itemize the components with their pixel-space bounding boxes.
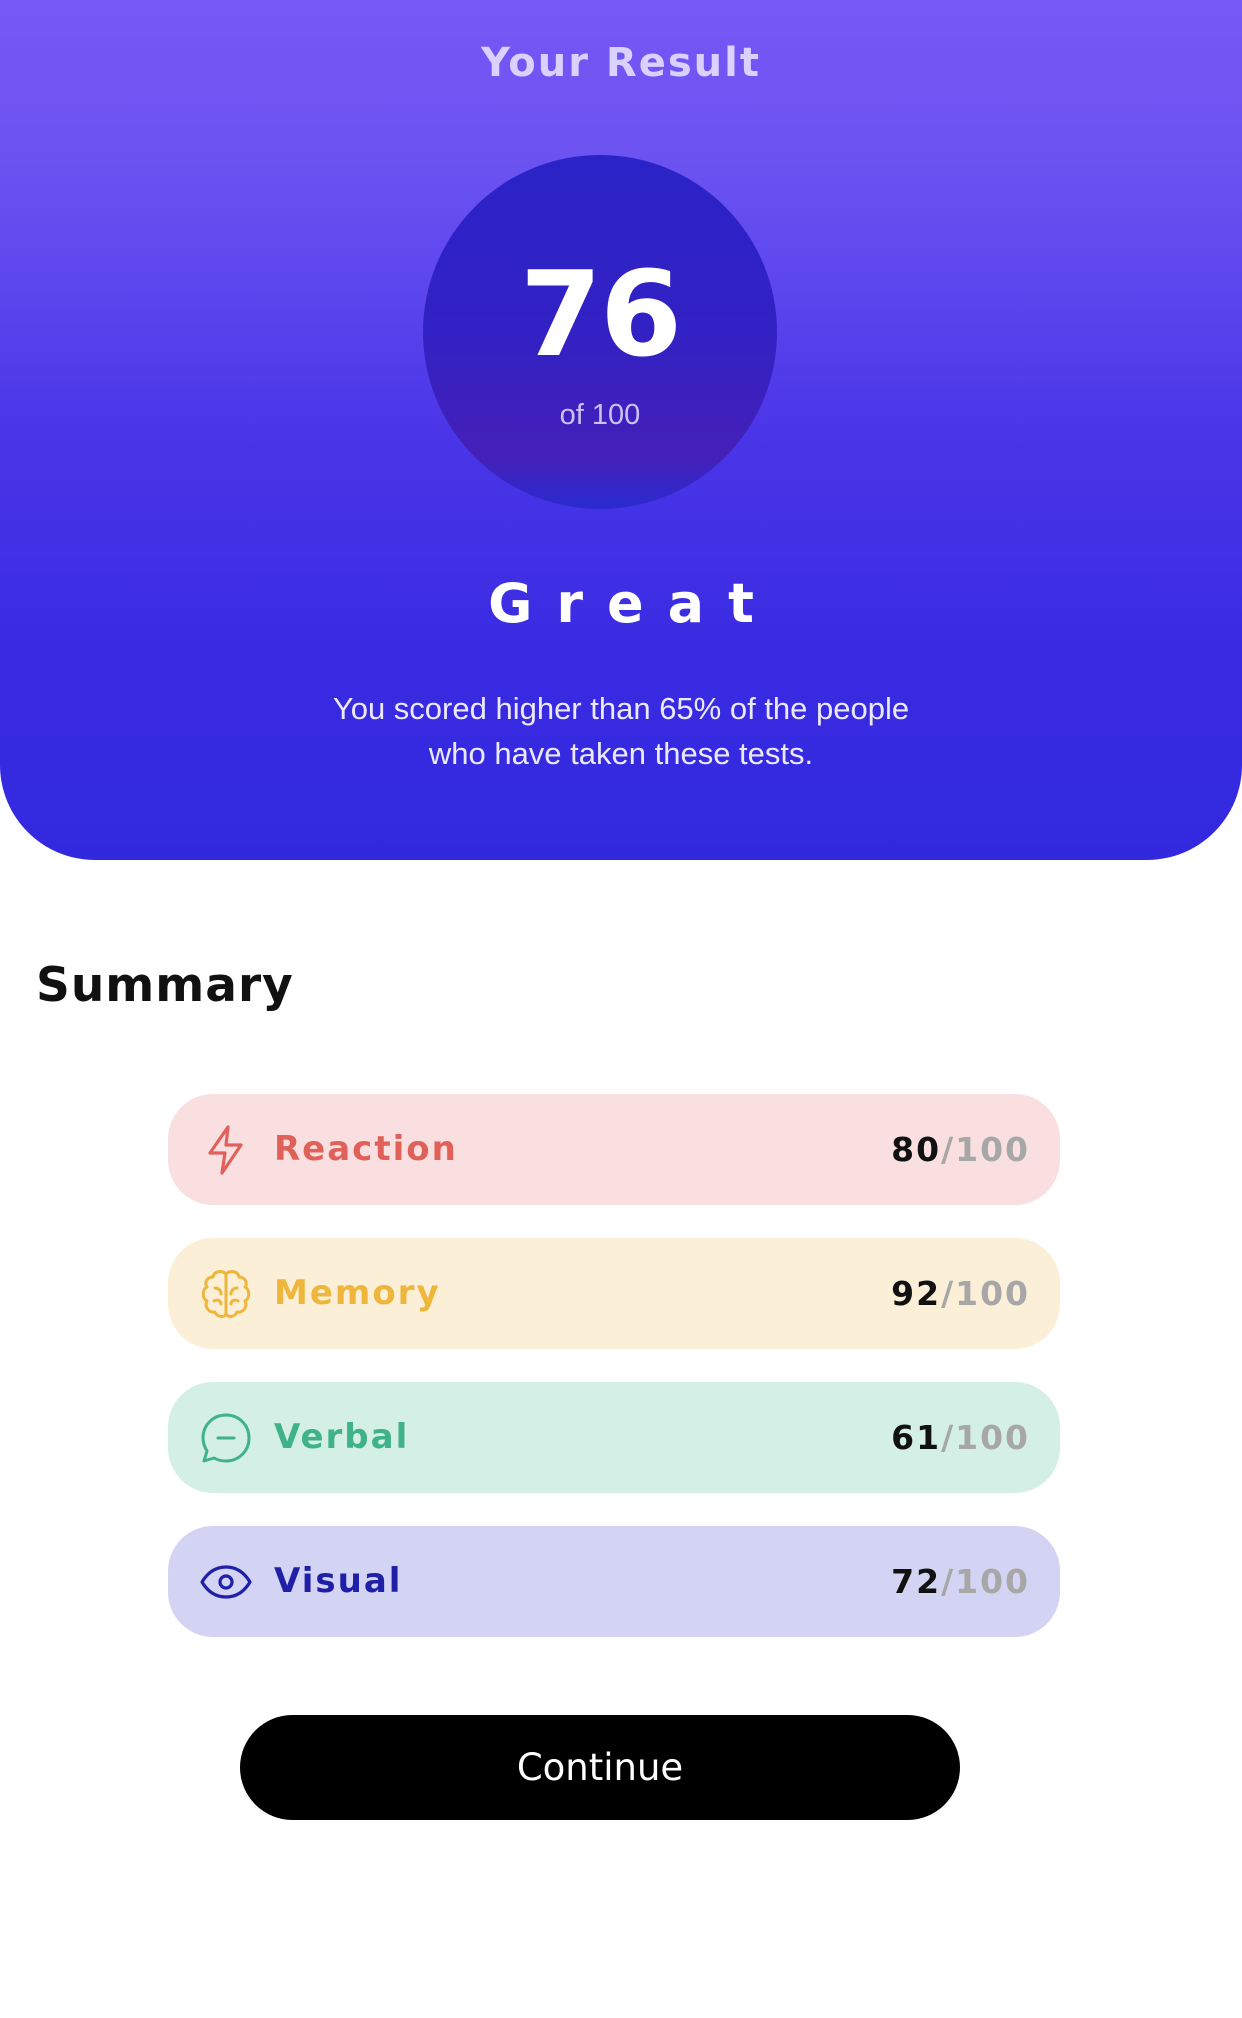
summary-score: 80/100 bbox=[891, 1094, 1030, 1205]
summary-score-max: /100 bbox=[941, 1130, 1030, 1169]
score-value: 76 bbox=[519, 245, 682, 383]
summary-score: 92/100 bbox=[891, 1238, 1030, 1349]
summary-label: Reaction bbox=[274, 1129, 458, 1169]
summary-score-value: 80 bbox=[891, 1130, 942, 1169]
summary-score-max: /100 bbox=[941, 1562, 1030, 1601]
summary-row-reaction[interactable]: Reaction 80/100 bbox=[168, 1094, 1060, 1205]
summary-score-max: /100 bbox=[941, 1274, 1030, 1313]
summary-title: Summary bbox=[36, 958, 294, 1013]
summary-score-value: 92 bbox=[891, 1274, 942, 1313]
score-max-label: of 100 bbox=[559, 399, 641, 431]
summary-score: 61/100 bbox=[891, 1382, 1030, 1493]
score-circle: 76 of 100 bbox=[423, 155, 777, 509]
summary-score: 72/100 bbox=[891, 1526, 1030, 1637]
grade-label: Great bbox=[488, 572, 778, 635]
summary-label: Visual bbox=[274, 1561, 403, 1601]
continue-button[interactable]: Continue bbox=[240, 1715, 960, 1820]
brain-icon bbox=[198, 1266, 254, 1322]
page-title: Your Result bbox=[481, 40, 761, 86]
lightning-icon bbox=[198, 1122, 254, 1178]
summary-row-visual[interactable]: Visual 72/100 bbox=[168, 1526, 1060, 1637]
summary-score-value: 61 bbox=[891, 1418, 942, 1457]
result-header: Your Result 76 of 100 Great You scored h… bbox=[0, 0, 1242, 860]
summary-label: Memory bbox=[274, 1273, 441, 1313]
result-description: You scored higher than 65% of the people… bbox=[332, 691, 910, 771]
summary-row-verbal[interactable]: Verbal 61/100 bbox=[168, 1382, 1060, 1493]
summary-label: Verbal bbox=[274, 1417, 410, 1457]
summary-row-memory[interactable]: Memory 92/100 bbox=[168, 1238, 1060, 1349]
chat-bubble-icon bbox=[198, 1410, 254, 1466]
summary-score-value: 72 bbox=[891, 1562, 942, 1601]
summary-score-max: /100 bbox=[941, 1418, 1030, 1457]
eye-icon bbox=[198, 1554, 254, 1610]
